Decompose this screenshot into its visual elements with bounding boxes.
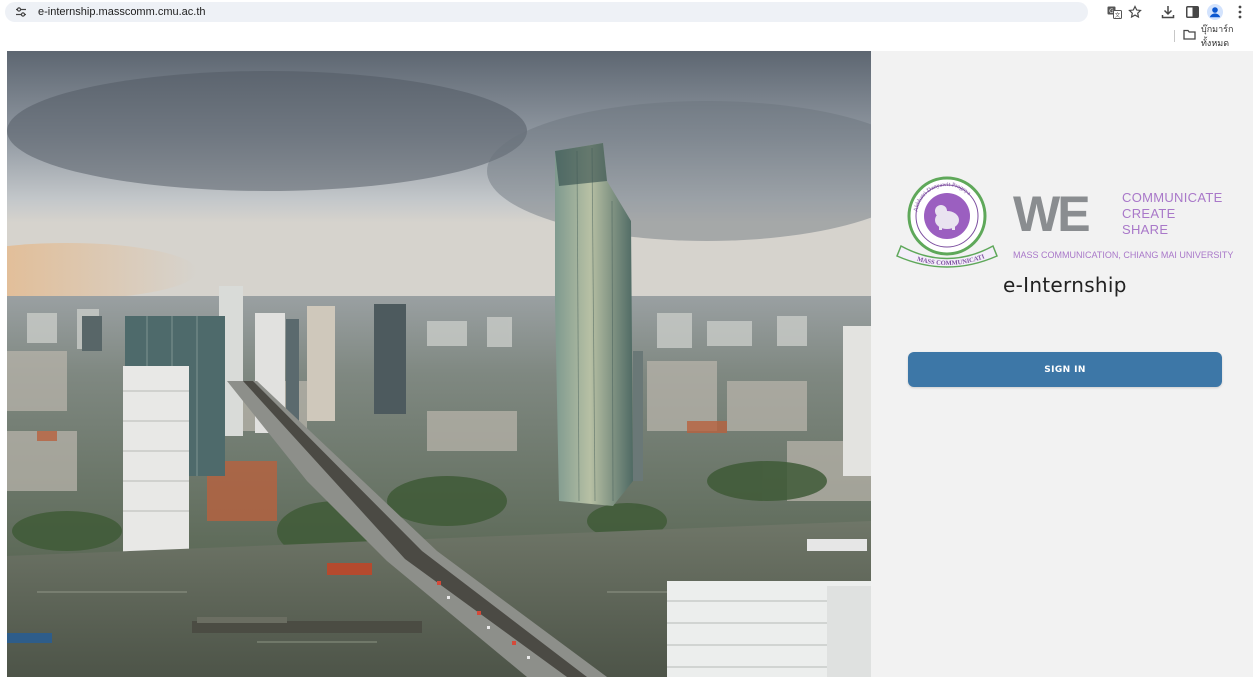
tagline-stack: COMMUNICATE CREATE SHARE xyxy=(1122,190,1223,238)
folder-icon xyxy=(1183,27,1196,45)
address-bar[interactable]: e-internship.masscomm.cmu.ac.th xyxy=(5,2,1088,22)
translate-icon[interactable]: G 文 xyxy=(1106,4,1122,20)
tagline-share: SHARE xyxy=(1122,222,1169,237)
tagline-create: CREATE xyxy=(1122,206,1176,221)
all-bookmarks-folder[interactable]: บุ๊กมาร์กทั้งหมด xyxy=(1183,24,1253,48)
app-title: e-Internship xyxy=(1003,273,1127,297)
url-text: e-internship.masscomm.cmu.ac.th xyxy=(38,6,206,18)
bookmark-star-icon[interactable] xyxy=(1127,4,1143,20)
bookmarks-folder-label: บุ๊กมาร์กทั้งหมด xyxy=(1201,24,1234,48)
tagline-communicate: COMMUNICATE xyxy=(1122,190,1223,205)
university-seal-icon: MASS COMMUNICATION Ahbhatri Danyawit Pra… xyxy=(892,171,1000,271)
browser-toolbar: e-internship.masscomm.cmu.ac.th G 文 xyxy=(0,0,1253,26)
bookmarks-separator xyxy=(1174,30,1175,42)
we-wordmark: WE xyxy=(1013,186,1091,242)
svg-text:文: 文 xyxy=(1114,11,1120,19)
site-info-icon[interactable] xyxy=(14,5,28,19)
menu-icon[interactable] xyxy=(1232,4,1248,20)
download-icon[interactable] xyxy=(1160,4,1176,20)
bookmarks-bar: บุ๊กมาร์กทั้งหมด xyxy=(0,24,1253,48)
sign-in-button[interactable]: SIGN IN xyxy=(908,352,1222,387)
faculty-name: MASS COMMUNICATION, CHIANG MAI UNIVERSIT… xyxy=(1013,250,1234,260)
login-panel: MASS COMMUNICATION Ahbhatri Danyawit Pra… xyxy=(871,51,1253,677)
side-panel-icon[interactable] xyxy=(1184,4,1200,20)
hero-city-image xyxy=(7,51,871,677)
profile-icon[interactable] xyxy=(1207,4,1223,20)
faculty-logo: MASS COMMUNICATION Ahbhatri Danyawit Pra… xyxy=(892,171,1240,271)
